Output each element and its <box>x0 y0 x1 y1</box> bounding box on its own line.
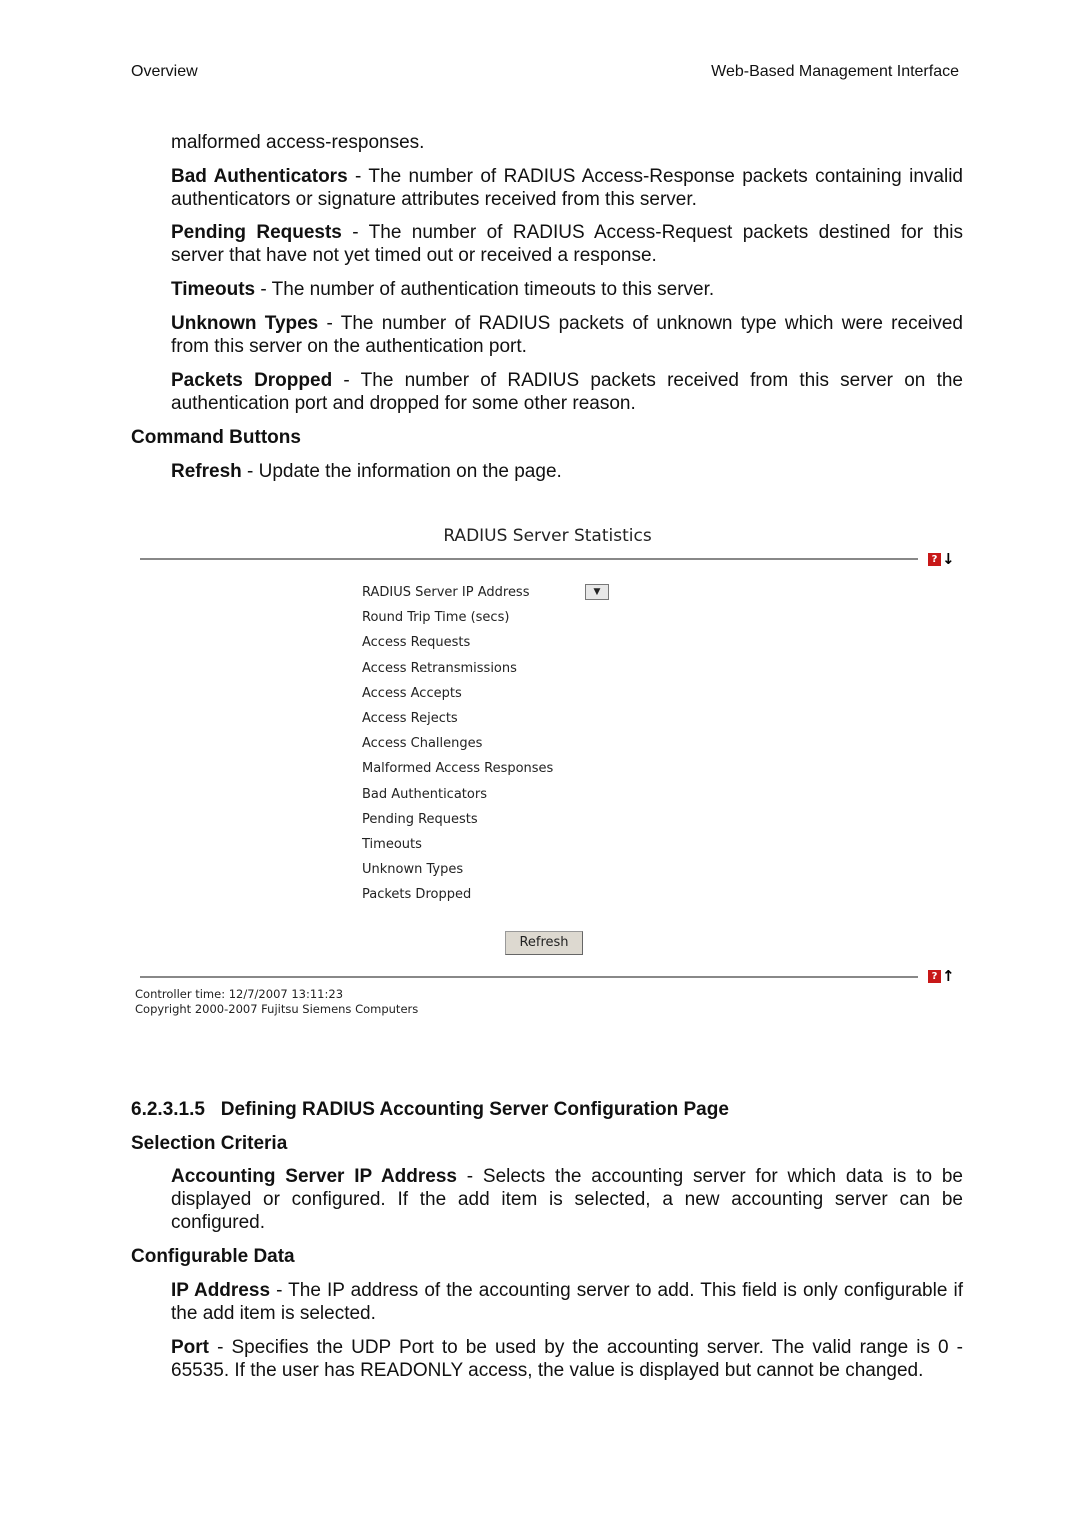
paragraph-unknown-types: Unknown Types - The number of RADIUS pac… <box>171 313 963 357</box>
chevron-down-icon: ▼ <box>593 587 601 597</box>
row-label: Access Requests <box>362 635 471 651</box>
server-ip-dropdown[interactable]: ▼ <box>585 584 609 600</box>
arrow-down-icon[interactable]: ↓ <box>942 552 955 567</box>
paragraph: malformed access-responses. <box>171 132 425 153</box>
row-label: Packets Dropped <box>362 887 472 903</box>
document-page: Overview Web-Based Management Interface … <box>0 0 1080 1528</box>
row-label: Timeouts <box>362 836 422 852</box>
refresh-button[interactable]: Refresh <box>505 931 583 955</box>
command-buttons-heading: Command Buttons <box>131 427 301 448</box>
controller-time: Controller time: 12/7/2007 13:11:23 <box>135 987 344 1001</box>
header-right: Web-Based Management Interface <box>711 63 959 80</box>
section-heading: 6.2.3.1.5 Defining RADIUS Accounting Ser… <box>131 1099 729 1120</box>
paragraph-pending-requests: Pending Requests - The number of RADIUS … <box>171 222 963 266</box>
statistics-list: RADIUS Server IP Address Round Trip Time… <box>362 583 553 910</box>
selection-criteria-heading: Selection Criteria <box>131 1133 288 1154</box>
row-label: Access Accepts <box>362 685 462 701</box>
footer: Controller time: 12/7/2007 13:11:23 Copy… <box>135 987 418 1017</box>
paragraph-accounting-server: Accounting Server IP Address - Selects t… <box>171 1166 964 1233</box>
divider <box>140 558 918 560</box>
paragraph-refresh: Refresh - Update the information on the … <box>171 461 562 482</box>
row-label: Access Challenges <box>362 736 483 752</box>
row-label: Round Trip Time (secs) <box>362 610 510 626</box>
divider <box>140 976 918 978</box>
help-icon[interactable]: ? <box>928 970 941 983</box>
help-icon[interactable]: ? <box>928 553 941 566</box>
row-label: Bad Authenticators <box>362 786 487 802</box>
row-label: Unknown Types <box>362 862 464 878</box>
row-label: Access Rejects <box>362 710 458 726</box>
configurable-data-heading: Configurable Data <box>131 1246 295 1267</box>
screenshot-title: RADIUS Server Statistics <box>443 526 652 546</box>
paragraph-timeouts: Timeouts - The number of authentication … <box>171 279 715 300</box>
radius-statistics-screenshot: RADIUS Server Statistics ? ↓ RADIUS Serv… <box>130 520 965 1020</box>
row-label: RADIUS Server IP Address <box>362 585 530 600</box>
paragraph-bad-authenticators: Bad Authenticators - The number of RADIU… <box>171 166 963 210</box>
row-label: Pending Requests <box>362 811 478 827</box>
paragraph-packets-dropped: Packets Dropped - The number of RADIUS p… <box>171 370 963 414</box>
row-label: Access Retransmissions <box>362 660 517 676</box>
paragraph-port: Port - Specifies the UDP Port to be used… <box>171 1337 963 1381</box>
paragraph-ip-address: IP Address - The IP address of the accou… <box>171 1280 963 1324</box>
row-label: Malformed Access Responses <box>362 761 554 777</box>
arrow-up-icon[interactable]: ↑ <box>942 969 955 984</box>
header-left: Overview <box>131 63 198 80</box>
copyright: Copyright 2000-2007 Fujitsu Siemens Comp… <box>135 1002 419 1016</box>
